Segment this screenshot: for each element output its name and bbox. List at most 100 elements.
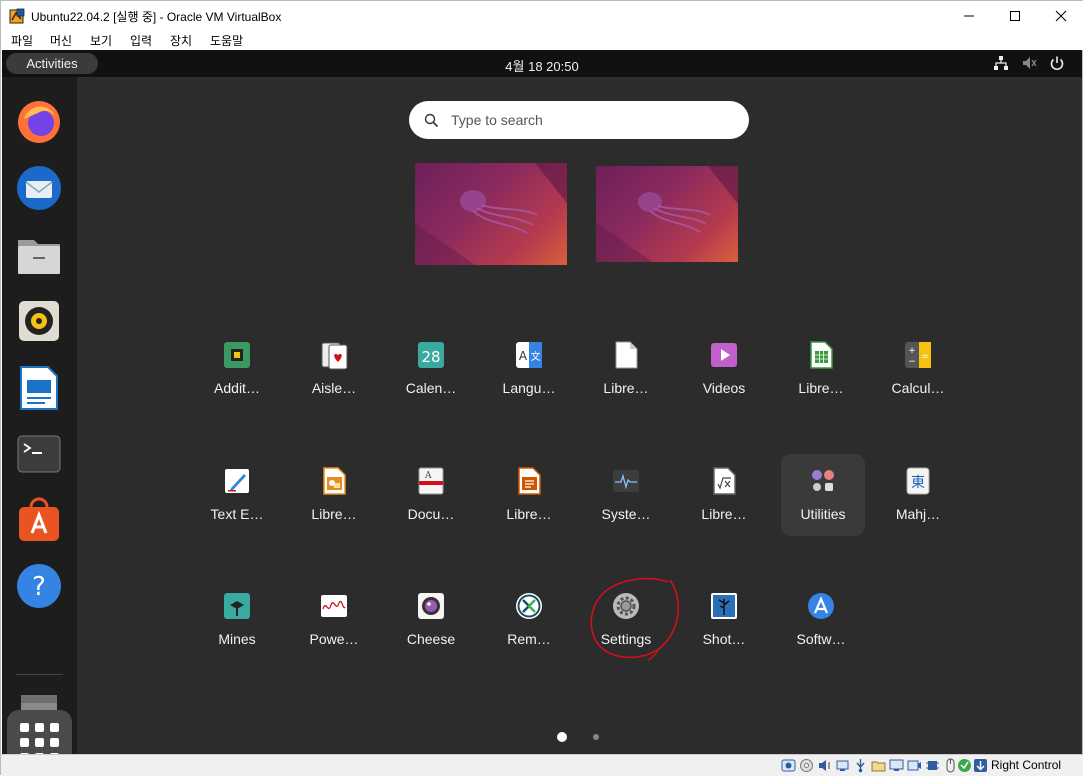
optical-drive-icon[interactable] [799,758,814,773]
app-document-viewer[interactable]: A Docu… [389,454,473,536]
app-text-editor[interactable]: Text E… [195,454,279,536]
app-system-monitor[interactable]: Syste… [584,454,668,536]
libreoffice-draw-icon [323,467,346,495]
language-icon: A文 [516,342,542,368]
libreoffice-impress-icon [518,467,541,495]
window-titlebar[interactable]: Ubuntu22.04.2 [실행 중] - Oracle VM Virtual… [1,1,1083,31]
menu-input[interactable]: 입력 [130,32,152,49]
app-aisleriot[interactable]: Aisle… [292,328,376,410]
libreoffice-writer-icon[interactable] [14,363,64,413]
files-icon[interactable] [14,230,64,280]
app-remmina[interactable]: Rem… [487,579,571,661]
page-indicator-next[interactable] [593,734,599,740]
power-icon[interactable] [1049,55,1065,71]
app-utilities-folder[interactable]: Utilities [781,454,865,536]
search-placeholder: Type to search [451,112,543,128]
app-libreoffice-impress[interactable]: Libre… [487,454,571,536]
system-monitor-icon [613,470,639,492]
app-power-statistics[interactable]: Powe… [292,579,376,661]
menu-machine[interactable]: 머신 [50,32,72,49]
close-button[interactable] [1038,1,1083,31]
libreoffice-icon [615,341,638,369]
utilities-folder-icon [812,470,834,491]
svg-text:東: 東 [911,475,925,491]
libreoffice-calc-icon [810,341,833,369]
minimize-button[interactable] [946,1,992,31]
remmina-icon [516,593,542,619]
app-calendar[interactable]: 28 Calen… [389,328,473,410]
hard-disk-icon[interactable] [781,758,796,773]
network-adapter-icon[interactable] [835,758,850,773]
menu-devices[interactable]: 장치 [170,32,192,49]
guest-additions-icon[interactable] [957,758,972,773]
cpu-icon[interactable] [925,758,940,773]
host-key-label: Right Control [991,758,1062,772]
libreoffice-math-icon [713,467,736,495]
menu-view[interactable]: 보기 [90,32,112,49]
workspace-thumbnail-2[interactable] [596,166,738,262]
firefox-icon[interactable] [14,97,64,147]
rhythmbox-icon[interactable] [14,296,64,346]
mouse-integration-icon[interactable] [943,758,958,773]
network-icon[interactable] [993,55,1009,71]
cheese-icon [418,593,444,619]
virtualbox-logo-icon [9,8,25,24]
video-capture-icon[interactable] [907,758,922,773]
workspace-thumbnail-1[interactable] [415,163,567,265]
calculator-icon: +− = [905,342,931,368]
app-libreoffice-math[interactable]: Libre… [682,454,766,536]
app-label: Mahj… [895,506,941,522]
page-indicator-current[interactable] [557,732,567,742]
app-software[interactable]: Softw… [779,579,863,661]
cards-icon [321,342,348,370]
app-center-icon[interactable] [14,495,64,545]
app-label: Libre… [603,380,649,396]
app-mahjongg[interactable]: 東 Mahj… [876,454,960,536]
app-libreoffice-draw[interactable]: Libre… [292,454,376,536]
dock: ? [2,77,77,754]
minimize-icon [964,15,974,17]
app-calculator[interactable]: + − = Calcul… [876,328,960,410]
guest-display[interactable]: Activities 4월 18 20:50 ? Type to search … [2,50,1082,754]
app-label: Powe… [309,631,359,647]
virtualbox-window: Ubuntu22.04.2 [실행 중] - Oracle VM Virtual… [0,0,1083,776]
clock[interactable]: 4월 18 20:50 [2,56,1082,75]
show-applications-button[interactable] [7,710,72,754]
terminal-icon[interactable] [14,429,64,479]
menu-bar: 파일 머신 보기 입력 장치 도움말 [1,31,1083,50]
maximize-button[interactable] [992,1,1038,31]
usb-icon[interactable] [853,758,868,773]
mahjongg-icon: 東 [906,467,930,495]
svg-text:−: − [908,357,916,367]
maximize-icon [1010,11,1020,21]
app-additional-drivers[interactable]: Addit… [195,328,279,410]
help-icon[interactable]: ? [14,561,64,611]
app-shotwell[interactable]: Shot… [682,579,766,661]
text-editor-icon [225,469,249,493]
app-libreoffice-calc[interactable]: Libre… [779,328,863,410]
app-label: Text E… [210,506,264,522]
audio-icon[interactable] [817,758,832,773]
thunderbird-icon[interactable] [14,163,64,213]
app-label: Videos [702,380,746,396]
app-label: Syste… [601,506,651,522]
search-entry[interactable]: Type to search [409,101,749,139]
svg-text:?: ? [32,572,46,602]
shared-folders-icon[interactable] [871,758,886,773]
display-icon[interactable] [889,758,904,773]
app-libreoffice[interactable]: Libre… [584,328,668,410]
menu-help[interactable]: 도움말 [210,32,243,49]
jellyfish-wallpaper [596,166,738,262]
host-key-arrow-icon[interactable] [973,758,988,773]
volume-muted-icon[interactable] [1021,55,1037,71]
app-language-support[interactable]: A文 Langu… [487,328,571,410]
app-mines[interactable]: Mines [195,579,279,661]
app-label: Calcul… [891,380,945,396]
app-videos[interactable]: Videos [682,328,766,410]
svg-text:文: 文 [531,350,541,363]
dock-separator [16,674,63,675]
svg-text:=: = [921,352,929,362]
app-cheese[interactable]: Cheese [389,579,473,661]
app-label: Langu… [502,380,556,396]
menu-file[interactable]: 파일 [11,32,33,49]
